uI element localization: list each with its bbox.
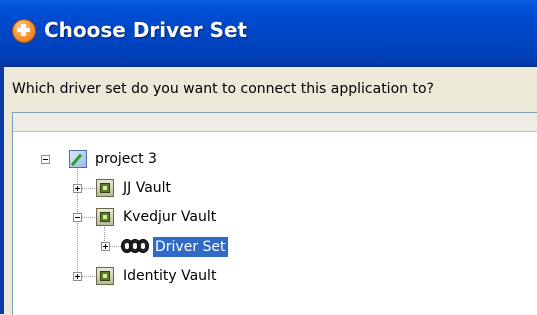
tree-item-identity-vault[interactable]: Identity Vault (121, 266, 218, 286)
tree-item-jj-vault[interactable]: JJ Vault (121, 178, 173, 198)
tree-item-kvedjur-vault[interactable]: Kvedjur Vault (121, 207, 218, 227)
vault-icon (96, 208, 114, 226)
prompt-text: Which driver set do you want to connect … (12, 81, 434, 97)
tree-line (81, 188, 95, 189)
project-icon (69, 150, 87, 168)
expand-jj-vault-icon[interactable] (73, 184, 82, 193)
dialog-body: Which driver set do you want to connect … (0, 67, 537, 315)
expand-driver-set-icon[interactable] (101, 242, 110, 251)
collapse-kvedjur-vault-icon[interactable] (73, 213, 82, 222)
tree-item-driver-set[interactable]: Driver Set (153, 237, 228, 257)
tree-header (13, 113, 537, 132)
collapse-project-icon[interactable] (41, 155, 50, 164)
tree-line (81, 217, 95, 218)
driver-set-icon (121, 237, 151, 255)
driver-set-tree[interactable]: project 3 JJ Vault Kvedjur Vault Driver … (13, 132, 537, 315)
expand-identity-vault-icon[interactable] (73, 272, 82, 281)
vault-icon (96, 267, 114, 285)
tree-line (81, 276, 95, 277)
driver-set-tree-panel[interactable]: project 3 JJ Vault Kvedjur Vault Driver … (12, 112, 537, 315)
vault-icon (96, 179, 114, 197)
tree-item-project[interactable]: project 3 (93, 149, 159, 169)
app-icon (12, 19, 36, 43)
title-bar[interactable]: Choose Driver Set (0, 0, 537, 67)
window-title: Choose Driver Set (44, 18, 248, 42)
